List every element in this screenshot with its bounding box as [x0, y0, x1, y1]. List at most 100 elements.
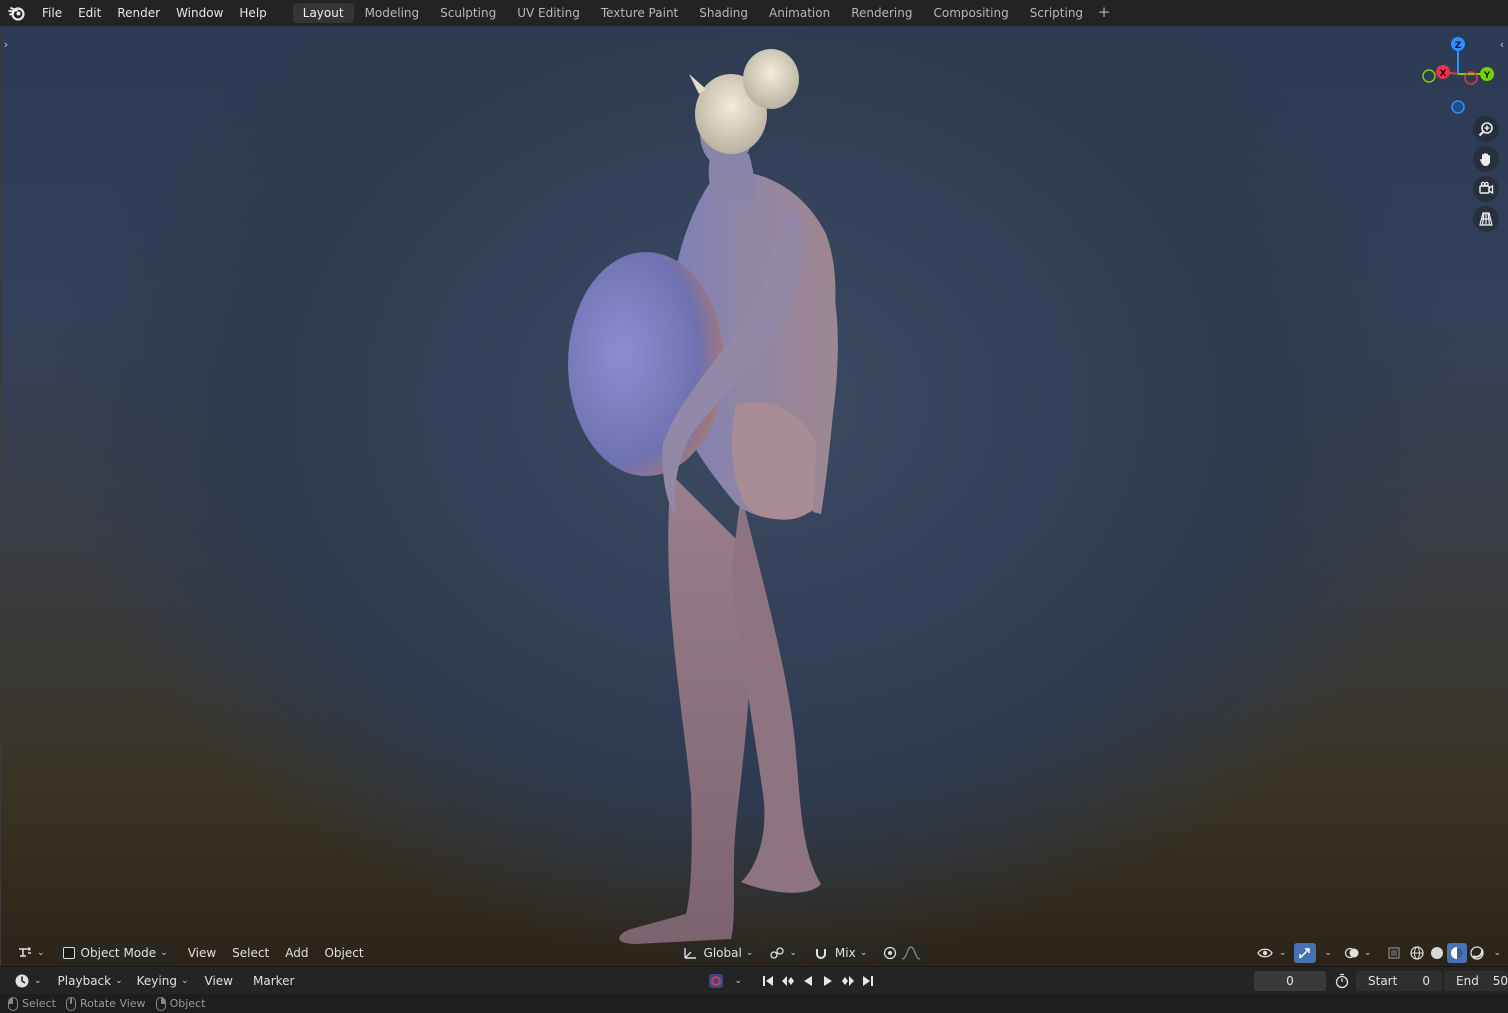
- tab-shading[interactable]: Shading: [689, 3, 758, 23]
- viewport-menu-view[interactable]: View: [182, 943, 222, 963]
- overlays-icon: [1344, 947, 1359, 959]
- jump-start-icon: [763, 975, 774, 986]
- prev-keyframe-button[interactable]: [778, 971, 798, 991]
- editor-type-icon: [19, 947, 31, 957]
- camera-view-icon[interactable]: [1473, 176, 1499, 202]
- viewport-menu-add[interactable]: Add: [279, 943, 314, 963]
- mode-label: Object Mode: [80, 946, 157, 960]
- blender-logo-icon[interactable]: [0, 0, 34, 26]
- character-model[interactable]: [541, 34, 881, 954]
- visibility-select[interactable]: ⌄: [1251, 943, 1293, 963]
- eye-icon: [1257, 948, 1273, 958]
- timeline-menu-playback[interactable]: Playback ⌄: [52, 971, 129, 991]
- status-object-hint: Object: [155, 996, 205, 1011]
- gizmo-z-label: Z: [1455, 41, 1462, 51]
- status-select-label: Select: [22, 997, 56, 1010]
- next-keyframe-button[interactable]: [838, 971, 858, 991]
- tab-uv-editing[interactable]: UV Editing: [507, 3, 590, 23]
- tab-animation[interactable]: Animation: [759, 3, 840, 23]
- gizmo-x-label: X: [1440, 69, 1447, 79]
- gizmo-options-dropdown[interactable]: ⌄: [1316, 943, 1336, 963]
- editor-type-button[interactable]: ⌄: [11, 943, 51, 963]
- start-label: Start: [1368, 973, 1398, 988]
- chevron-down-icon: ⌄: [34, 975, 42, 986]
- snap-mode-label: Mix: [834, 946, 856, 960]
- next-keyframe-icon: [842, 975, 855, 986]
- status-rotate-label: Rotate View: [79, 997, 146, 1010]
- timeline-menu-keying[interactable]: Keying ⌄: [131, 971, 195, 991]
- shading-rendered-button[interactable]: [1467, 943, 1487, 963]
- chevron-down-icon: ⌄: [789, 948, 797, 958]
- xray-toggle[interactable]: [1381, 943, 1407, 963]
- playback-label: Playback: [57, 973, 112, 988]
- pan-hand-icon[interactable]: [1473, 146, 1499, 172]
- start-value: 0: [1422, 973, 1430, 988]
- overlays-toggle[interactable]: ⌄: [1338, 943, 1378, 963]
- transform-orientation-select[interactable]: Global ⌄: [675, 943, 760, 963]
- zoom-icon[interactable]: [1473, 116, 1499, 142]
- tab-rendering[interactable]: Rendering: [841, 3, 922, 23]
- timeline-menu-view[interactable]: View: [199, 971, 239, 991]
- timeline-editor-type-button[interactable]: ⌄: [8, 971, 48, 991]
- play-reverse-button[interactable]: [798, 971, 818, 991]
- auto-keying-toggle[interactable]: [706, 971, 726, 991]
- end-frame-field[interactable]: End 50: [1444, 970, 1508, 991]
- solid-sphere-icon: [1431, 947, 1444, 959]
- record-icon: [709, 973, 724, 988]
- jump-start-button[interactable]: [758, 971, 778, 991]
- use-preview-range-toggle[interactable]: [1330, 971, 1354, 991]
- mouse-middle-icon: [65, 996, 76, 1011]
- shading-options-dropdown[interactable]: ⌄: [1487, 943, 1508, 963]
- object-mode-icon: [62, 947, 75, 959]
- play-button[interactable]: [818, 971, 838, 991]
- proportional-editing-toggle[interactable]: [877, 943, 930, 963]
- xray-icon: [1388, 947, 1401, 959]
- menu-render[interactable]: Render: [109, 2, 168, 24]
- start-frame-field[interactable]: Start 0: [1356, 970, 1442, 991]
- jump-end-icon: [863, 975, 874, 986]
- top-bar: File Edit Render Window Help Layout Mode…: [0, 0, 1508, 26]
- jump-end-button[interactable]: [858, 971, 878, 991]
- play-reverse-icon: [804, 975, 813, 986]
- rendered-sphere-icon: [1470, 946, 1485, 960]
- gizmo-arrows-icon: [1299, 948, 1311, 959]
- tab-sculpting[interactable]: Sculpting: [430, 3, 506, 23]
- snap-magnet-icon: [815, 949, 826, 959]
- shading-solid-button[interactable]: [1427, 943, 1447, 963]
- snap-select[interactable]: Mix ⌄: [806, 943, 874, 963]
- pivot-icon: [770, 947, 785, 959]
- menu-file[interactable]: File: [34, 2, 70, 24]
- viewport-header: ⌄ Object Mode ⌄ View Select Add Object G…: [1, 940, 1508, 966]
- perspective-grid-icon[interactable]: [1473, 206, 1499, 232]
- timeline: ⌄ Playback ⌄ Keying ⌄ View Marker ⌄ 0 Star…: [0, 966, 1508, 994]
- chevron-down-icon: ⌄: [115, 975, 123, 986]
- status-select-hint: Select: [8, 996, 56, 1011]
- tab-scripting[interactable]: Scripting: [1020, 3, 1093, 23]
- add-workspace-button[interactable]: +: [1094, 3, 1114, 23]
- current-frame-field[interactable]: 0: [1254, 970, 1326, 991]
- tab-texture-paint[interactable]: Texture Paint: [591, 3, 688, 23]
- 3d-viewport[interactable]: › ‹ Z Y X ⌄ Object Mode ⌄ View Select Ad…: [0, 26, 1508, 966]
- proportional-edit-icon: [884, 946, 897, 960]
- viewport-menu-object[interactable]: Object: [318, 943, 369, 963]
- navigation-gizmo[interactable]: Z Y X: [1415, 34, 1501, 120]
- mode-select[interactable]: Object Mode ⌄: [56, 943, 174, 963]
- tab-modeling[interactable]: Modeling: [355, 3, 430, 23]
- timeline-menu-marker[interactable]: Marker: [247, 971, 300, 991]
- shading-wireframe-button[interactable]: [1407, 943, 1427, 963]
- gizmo-toggle[interactable]: [1294, 943, 1317, 963]
- pivot-point-select[interactable]: ⌄: [763, 943, 803, 963]
- tab-layout[interactable]: Layout: [292, 3, 354, 23]
- menu-edit[interactable]: Edit: [70, 2, 109, 24]
- chevron-down-icon: ⌄: [160, 948, 168, 958]
- orientation-axes-icon: [683, 948, 696, 959]
- viewport-menu-select[interactable]: Select: [226, 943, 275, 963]
- toolbar-expand-icon[interactable]: ›: [1, 38, 11, 52]
- tab-compositing[interactable]: Compositing: [923, 3, 1018, 23]
- shading-material-button[interactable]: [1447, 943, 1468, 963]
- menu-window[interactable]: Window: [168, 2, 231, 24]
- menu-help[interactable]: Help: [231, 2, 274, 24]
- chevron-down-icon: ⌄: [1493, 948, 1501, 958]
- chevron-down-icon: ⌄: [859, 948, 868, 958]
- keying-options-dropdown[interactable]: ⌄: [726, 971, 746, 991]
